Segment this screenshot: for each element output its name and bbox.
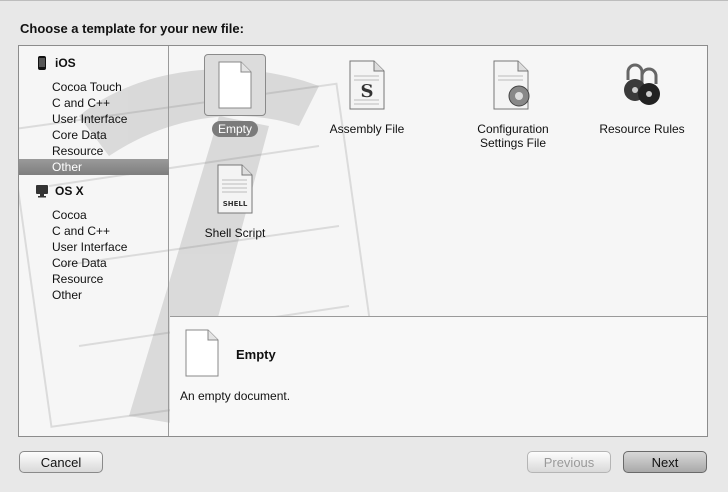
iphone-icon: [38, 56, 46, 70]
group-osx-label: OS X: [55, 184, 84, 198]
shell-badge-text: SHELL: [223, 200, 248, 208]
next-button[interactable]: Next: [623, 451, 707, 473]
mac-icon: [36, 185, 48, 198]
sidebar-item-osx-c-and-cpp[interactable]: C and C++: [19, 223, 169, 239]
sidebar-item-ios-core-data[interactable]: Core Data: [19, 127, 169, 143]
group-ios: iOS: [35, 55, 76, 71]
group-ios-label: iOS: [55, 56, 76, 70]
sidebar-item-ios-other[interactable]: Other: [19, 159, 169, 175]
template-shell-script-label: Shell Script: [204, 226, 266, 240]
template-empty[interactable]: Empty: [170, 48, 300, 148]
blank-document-icon: [185, 329, 219, 377]
sidebar-item-ios-user-interface[interactable]: User Interface: [19, 111, 169, 127]
template-resource-rules-label: Resource Rules: [599, 122, 685, 136]
template-chooser: iOS Cocoa Touch C and C++ User Interface…: [18, 45, 708, 437]
template-grid: Empty S Assembly File Configuration Sett…: [170, 46, 707, 316]
template-shell-script[interactable]: SHELL Shell Script: [170, 152, 300, 252]
previous-button[interactable]: Previous: [527, 451, 611, 473]
template-resource-rules[interactable]: Resource Rules: [577, 48, 707, 148]
shell-script-icon: SHELL: [217, 164, 253, 214]
sidebar-item-ios-cocoa-touch[interactable]: Cocoa Touch: [19, 79, 169, 95]
template-configuration-settings-file[interactable]: Configuration Settings File: [448, 48, 578, 150]
template-category-sidebar: iOS Cocoa Touch C and C++ User Interface…: [19, 46, 169, 436]
template-detail-pane: Empty An empty document.: [170, 316, 707, 436]
sidebar-item-osx-core-data[interactable]: Core Data: [19, 255, 169, 271]
sidebar-item-osx-cocoa[interactable]: Cocoa: [19, 207, 169, 223]
padlocks-icon: [624, 63, 660, 105]
sheet-title: Choose a template for your new file:: [20, 21, 244, 36]
template-assembly-file[interactable]: S Assembly File: [302, 48, 432, 148]
template-empty-label: Empty: [211, 121, 258, 137]
blank-document-icon: [218, 61, 252, 109]
sidebar-item-ios-c-and-cpp[interactable]: C and C++: [19, 95, 169, 111]
detail-template-name: Empty: [236, 347, 276, 362]
detail-template-description: An empty document.: [180, 389, 291, 403]
svg-text:S: S: [361, 81, 374, 102]
new-file-sheet: Choose a template for your new file: iOS…: [0, 0, 728, 492]
template-assembly-file-label: Assembly File: [329, 122, 405, 136]
group-osx: OS X: [35, 183, 84, 199]
assembly-file-icon: S: [349, 60, 385, 110]
configuration-file-icon: [493, 60, 530, 110]
sidebar-item-osx-other[interactable]: Other: [19, 287, 169, 303]
sidebar-item-osx-resource[interactable]: Resource: [19, 271, 169, 287]
cancel-button[interactable]: Cancel: [19, 451, 103, 473]
sidebar-item-osx-user-interface[interactable]: User Interface: [19, 239, 169, 255]
template-configuration-label-line1: Configuration: [477, 122, 549, 136]
sidebar-item-ios-resource[interactable]: Resource: [19, 143, 169, 159]
template-configuration-label-line2: Settings File: [479, 136, 547, 150]
